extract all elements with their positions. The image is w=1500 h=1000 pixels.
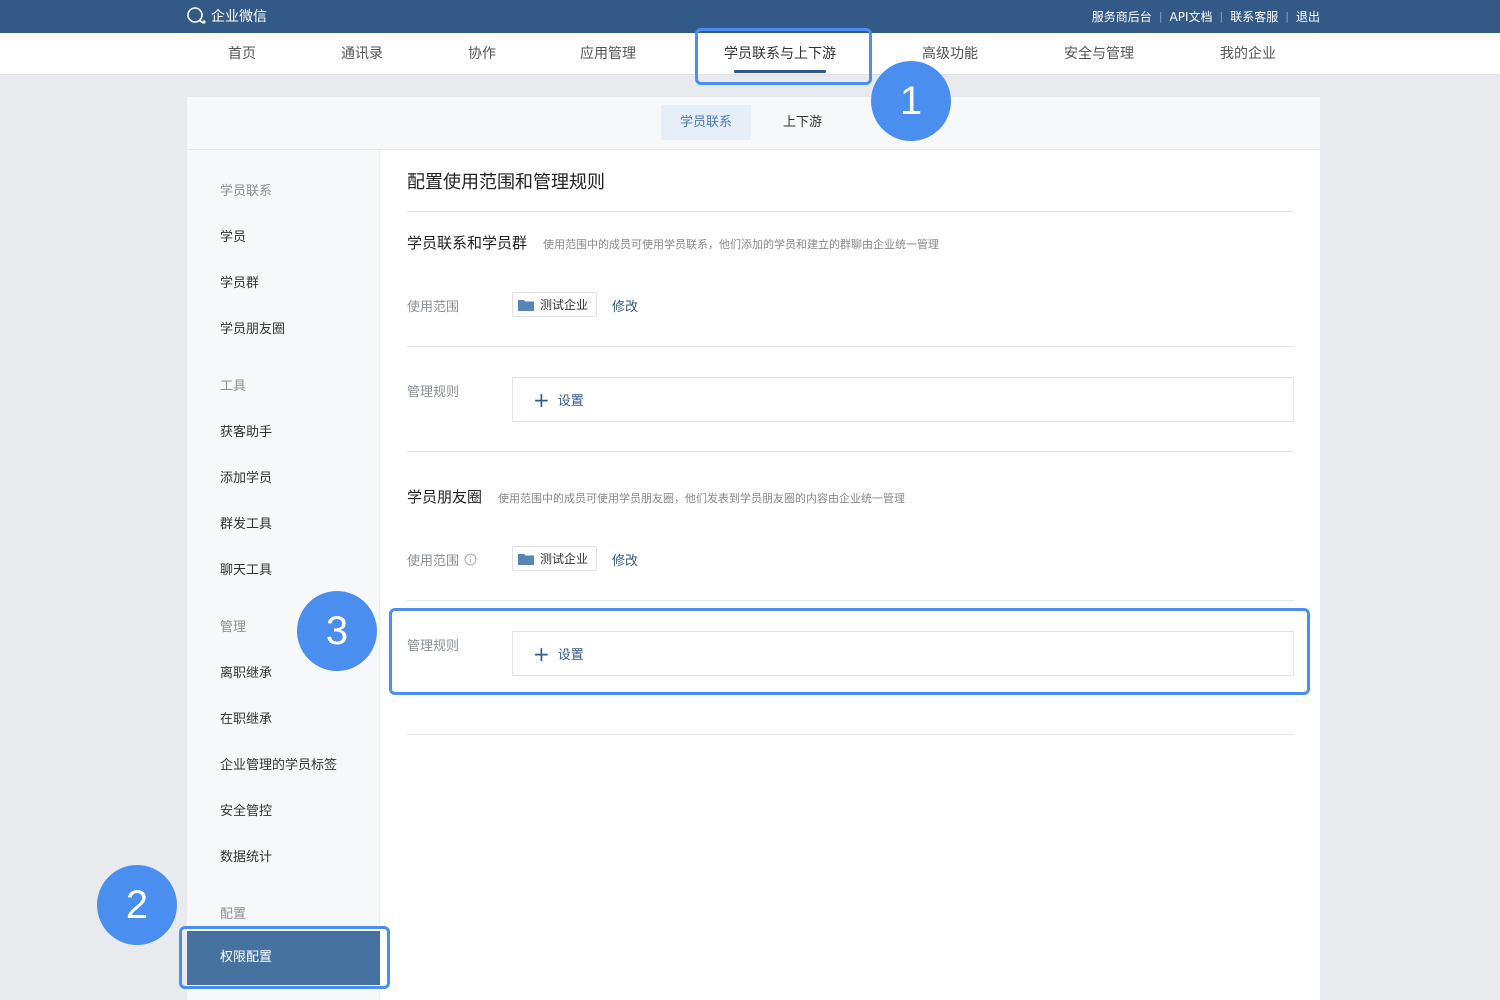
folder-icon: [518, 299, 534, 311]
rule-label: 管理规则: [407, 639, 460, 654]
sub-tabs: 学员联系 上下游: [187, 97, 1320, 150]
modify-scope-link[interactable]: 修改: [612, 296, 638, 315]
sidebar: 学员联系 学员 学员群 学员朋友圈 工具 获客助手 添加学员 群发工具 聊天工具…: [187, 150, 380, 1000]
scope-label: 使用范围: [407, 550, 477, 569]
sidebar-heading: 管理: [220, 620, 247, 635]
scope-tag: 测试企业: [512, 546, 598, 571]
info-icon[interactable]: [464, 553, 477, 566]
nav-home[interactable]: 首页: [228, 33, 256, 75]
set-rule-label: 设置: [557, 648, 584, 663]
logo[interactable]: 企业微信: [186, 6, 267, 26]
divider: [407, 600, 1294, 601]
nav-contacts[interactable]: 通讯录: [341, 33, 383, 75]
sidebar-heading: 配置: [220, 907, 247, 922]
sidebar-item-mass-send[interactable]: 群发工具: [220, 513, 272, 532]
nav-my-company[interactable]: 我的企业: [1220, 33, 1276, 75]
section-description: 使用范围中的成员可使用学员朋友圈，他们发表到学员朋友圈的内容由企业统一管理: [498, 492, 906, 505]
wecom-logo-icon: [187, 7, 206, 24]
logo-text: 企业微信: [211, 9, 267, 25]
section-title-text: 学员朋友圈: [407, 488, 483, 506]
sidebar-item-add-customer[interactable]: 添加学员: [220, 467, 272, 486]
sidebar-item-moments[interactable]: 学员朋友圈: [220, 318, 285, 337]
scope-value: 测试企业: [540, 298, 589, 312]
sidebar-item-customers[interactable]: 学员: [220, 226, 246, 245]
sidebar-item-statistics[interactable]: 数据统计: [220, 846, 272, 865]
section-description: 使用范围中的成员可使用学员联系，他们添加的学员和建立的群聊由企业统一管理: [543, 238, 940, 251]
set-rule-label: 设置: [557, 394, 584, 409]
top-links: 服务商后台 | API文档 | 联系客服 | 退出: [1092, 0, 1320, 33]
separator: |: [1285, 10, 1289, 23]
nav-collaboration[interactable]: 协作: [468, 33, 496, 75]
scope-value: 测试企业: [540, 552, 589, 566]
step-badge-1: 1: [871, 61, 951, 141]
divider: [407, 734, 1294, 735]
step-badge-2: 2: [97, 865, 177, 945]
scope-label-text: 使用范围: [407, 554, 460, 569]
set-rule-button[interactable]: + 设置: [512, 377, 1294, 422]
set-rule-button[interactable]: + 设置: [512, 631, 1294, 676]
sidebar-item-permission-config[interactable]: 权限配置: [187, 931, 380, 985]
separator: |: [1158, 10, 1163, 23]
page-title: 配置使用范围和管理规则: [407, 172, 605, 193]
service-provider-link[interactable]: 服务商后台: [1092, 8, 1152, 25]
separator: |: [1219, 10, 1224, 23]
sidebar-heading: 学员联系: [220, 184, 273, 199]
sidebar-item-customer-groups[interactable]: 学员群: [220, 272, 259, 291]
section-title-text: 学员联系和学员群: [407, 234, 528, 252]
folder-icon: [518, 553, 534, 565]
subtab-customer-contact[interactable]: 学员联系: [661, 105, 752, 140]
nav-customer-contact[interactable]: 学员联系与上下游: [724, 33, 836, 75]
main-nav: 首页 通讯录 协作 应用管理 学员联系与上下游 高级功能 安全与管理 我的企业: [0, 33, 1500, 75]
sidebar-item-resigned-inherit[interactable]: 离职继承: [220, 662, 272, 681]
plus-icon: +: [533, 641, 550, 666]
divider: [407, 451, 1294, 452]
step-badge-3: 3: [297, 591, 377, 671]
top-bar: 企业微信 服务商后台 | API文档 | 联系客服 | 退出: [0, 0, 1500, 33]
scope-tag: 测试企业: [512, 292, 598, 317]
logout-link[interactable]: 退出: [1296, 8, 1320, 25]
rule-label: 管理规则: [407, 385, 460, 400]
sidebar-item-acquisition[interactable]: 获客助手: [220, 421, 272, 440]
api-docs-link[interactable]: API文档: [1170, 8, 1213, 25]
sidebar-item-security-control[interactable]: 安全管控: [220, 800, 272, 819]
sidebar-item-customer-tags[interactable]: 企业管理的学员标签: [220, 754, 337, 773]
scope-label: 使用范围: [407, 300, 460, 315]
nav-app-management[interactable]: 应用管理: [580, 33, 636, 75]
nav-security[interactable]: 安全与管理: [1064, 33, 1134, 75]
divider: [407, 211, 1294, 212]
main-panel: 学员联系 上下游 学员联系 学员 学员群 学员朋友圈 工具 获客助手 添加学员 …: [187, 97, 1320, 1000]
subtab-upstream-downstream[interactable]: 上下游: [764, 105, 841, 140]
plus-icon: +: [533, 387, 550, 412]
contact-support-link[interactable]: 联系客服: [1230, 8, 1278, 25]
sidebar-heading: 工具: [220, 379, 247, 394]
section-title: 学员联系和学员群 使用范围中的成员可使用学员联系，他们添加的学员和建立的群聊由企…: [407, 232, 939, 253]
modify-scope-link[interactable]: 修改: [612, 550, 638, 569]
section-title: 学员朋友圈 使用范围中的成员可使用学员朋友圈，他们发表到学员朋友圈的内容由企业统…: [407, 486, 905, 507]
sidebar-item-chat-tools[interactable]: 聊天工具: [220, 559, 272, 578]
divider: [407, 346, 1294, 347]
sidebar-item-onjob-inherit[interactable]: 在职继承: [220, 708, 272, 727]
